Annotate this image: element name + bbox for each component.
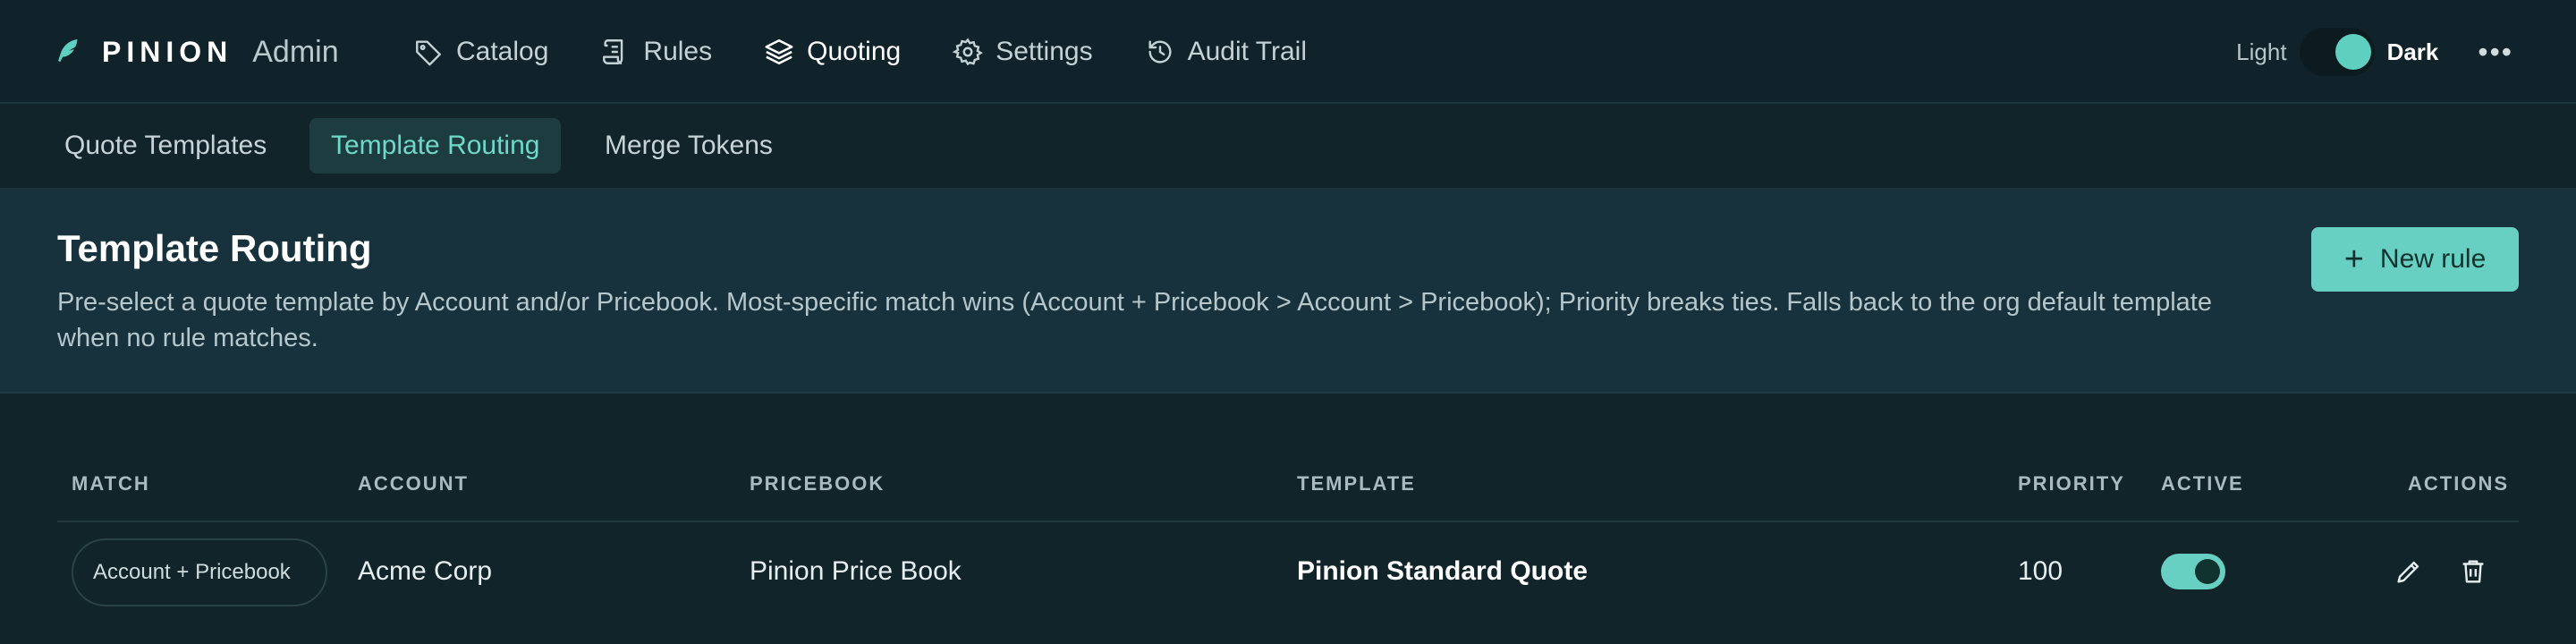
more-options-icon[interactable]: ••• — [2478, 36, 2513, 69]
pricebook-cell: Pinion Price Book — [750, 556, 962, 586]
nav-item-label: Catalog — [456, 37, 549, 66]
tab-quote-templates[interactable]: Quote Templates — [43, 118, 288, 174]
table-row[interactable]: Account + Pricebook Acme Corp Pinion Pri… — [57, 522, 2519, 621]
tab-label: Template Routing — [331, 131, 540, 160]
nav-item-catalog[interactable]: Catalog — [413, 37, 548, 67]
nav-item-quoting[interactable]: Quoting — [764, 37, 901, 67]
nav-item-label: Audit Trail — [1187, 37, 1307, 66]
top-bar: PINION Admin Catalog Rules Quoting Setti… — [0, 0, 2576, 104]
page-header: Template Routing Pre-select a quote temp… — [0, 190, 2576, 394]
tab-label: Merge Tokens — [605, 131, 773, 160]
main-nav: Catalog Rules Quoting Settings Audit Tra… — [413, 0, 1359, 104]
nav-item-rules[interactable]: Rules — [600, 37, 712, 67]
toggle-knob — [2334, 34, 2371, 70]
tab-merge-tokens[interactable]: Merge Tokens — [583, 118, 794, 174]
account-cell: Acme Corp — [358, 556, 493, 586]
layers-icon — [765, 38, 793, 65]
theme-light-label: Light — [2236, 38, 2287, 65]
feather-icon — [58, 38, 78, 63]
brand-name: PINION — [102, 35, 233, 68]
active-toggle[interactable] — [2161, 554, 2225, 589]
brand[interactable]: PINION Admin — [52, 0, 339, 104]
column-header-account: ACCOUNT — [358, 472, 469, 495]
tab-template-routing[interactable]: Template Routing — [309, 118, 562, 174]
toggle-knob — [2195, 559, 2220, 584]
nav-item-label: Rules — [643, 37, 713, 66]
column-header-match: MATCH — [72, 472, 150, 495]
new-rule-button[interactable]: + New rule — [2311, 227, 2519, 292]
theme-dark-label: Dark — [2386, 38, 2439, 65]
table-header: MATCH ACCOUNT PRICEBOOK TEMPLATE PRIORIT… — [57, 472, 2519, 522]
scroll-icon — [603, 39, 623, 64]
sub-nav: Quote Templates Template Routing Merge T… — [0, 106, 2576, 190]
gear-icon — [953, 38, 984, 66]
tab-label: Quote Templates — [64, 131, 267, 160]
brand-subtitle: Admin — [252, 34, 339, 69]
priority-cell: 100 — [2018, 556, 2063, 586]
new-rule-label: New rule — [2379, 244, 2487, 274]
page-title: Template Routing — [57, 227, 372, 269]
match-badge: Account + Pricebook — [72, 538, 327, 606]
nav-item-label: Quoting — [807, 37, 902, 66]
history-icon — [1148, 40, 1172, 64]
column-header-pricebook: PRICEBOOK — [750, 472, 886, 495]
page-description: Pre-select a quote template by Account a… — [57, 288, 2212, 352]
active-cell — [2161, 522, 2225, 621]
actions-cell — [2394, 522, 2488, 621]
template-cell: Pinion Standard Quote — [1297, 556, 1589, 586]
nav-item-audit-trail[interactable]: Audit Trail — [1145, 37, 1307, 67]
theme-switcher: Light Dark ••• — [2236, 0, 2513, 104]
trash-icon[interactable] — [2458, 556, 2488, 587]
column-header-actions: ACTIONS — [2408, 472, 2509, 495]
plus-icon: + — [2343, 241, 2364, 278]
column-header-template: TEMPLATE — [1297, 472, 1416, 495]
edit-pencil-icon[interactable] — [2394, 556, 2424, 587]
column-header-active: ACTIVE — [2161, 472, 2244, 495]
nav-item-settings[interactable]: Settings — [953, 37, 1093, 67]
nav-item-label: Settings — [996, 37, 1093, 66]
theme-toggle[interactable] — [2299, 28, 2375, 76]
column-header-priority: PRIORITY — [2018, 472, 2125, 495]
tag-icon — [416, 40, 441, 66]
